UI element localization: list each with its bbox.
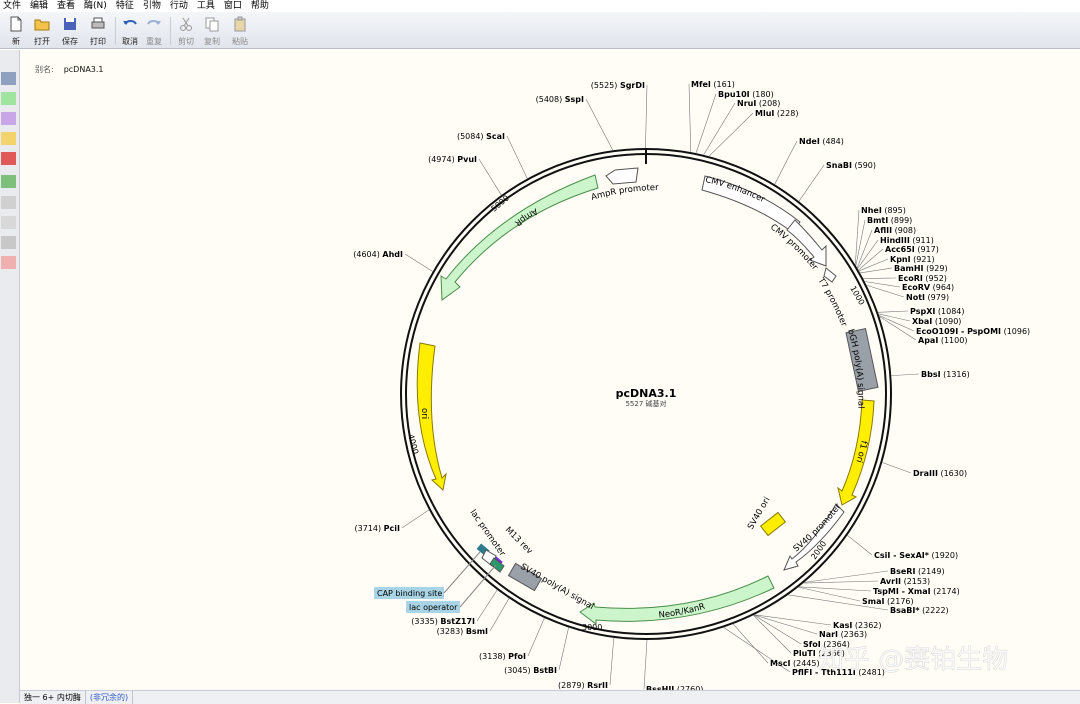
menu-actions[interactable]: 行动	[167, 0, 194, 12]
menu-tools[interactable]: 工具	[194, 0, 221, 12]
copy-label: 复制	[204, 37, 220, 46]
cut-label: 剪切	[178, 37, 194, 46]
folder-icon	[34, 19, 50, 31]
menu-file[interactable]: 文件	[0, 0, 27, 12]
menu-primers[interactable]: 引物	[140, 0, 167, 12]
status-nonredundant[interactable]: (非冗余的)	[86, 691, 134, 704]
left-tool-palette	[0, 50, 20, 703]
clipboard-icon	[234, 16, 246, 32]
new-document-icon	[10, 16, 22, 32]
new-button[interactable]: 新	[2, 16, 30, 47]
redo-label: 重复	[146, 37, 162, 46]
orientation-tool-icon[interactable]	[1, 132, 16, 145]
copy-icon	[205, 17, 219, 32]
menu-edit[interactable]: 编辑	[27, 0, 54, 12]
numbering-tool-icon[interactable]	[1, 216, 16, 229]
floppy-icon	[64, 18, 76, 30]
alias-value[interactable]: pcDNA3.1	[64, 65, 104, 74]
menu-help[interactable]: 帮助	[248, 0, 275, 12]
text-tool-icon[interactable]	[1, 196, 16, 209]
status-bar: 独一 6+ 内切酶 (非冗余的)	[20, 690, 1080, 704]
toolbar-separator	[170, 17, 171, 45]
alias-label: 别名:	[35, 65, 54, 74]
open-button[interactable]: 打开	[28, 16, 56, 47]
paste-button[interactable]: 粘贴	[226, 16, 254, 47]
map-canvas	[20, 50, 1080, 690]
paste-label: 粘贴	[232, 37, 248, 46]
redo-button[interactable]: 重复	[140, 16, 168, 47]
sequence-tool-icon[interactable]	[1, 256, 16, 269]
print-label: 打印	[90, 37, 106, 46]
select-tool-icon[interactable]	[1, 72, 16, 85]
pen-tool-icon[interactable]	[1, 175, 16, 188]
undo-icon	[123, 20, 137, 25]
feature-arrow-icon[interactable]	[1, 92, 16, 105]
menu-features[interactable]: 特征	[113, 0, 140, 12]
save-label: 保存	[62, 37, 78, 46]
alias-row: 别名: pcDNA3.1	[35, 64, 104, 75]
print-button[interactable]: 打印	[84, 16, 112, 47]
primer-tool-icon[interactable]	[1, 112, 16, 125]
ruler-tool-icon[interactable]	[1, 236, 16, 249]
printer-icon	[91, 17, 105, 29]
open-label: 打开	[34, 37, 50, 46]
status-enzyme-filter[interactable]: 独一 6+ 内切酶	[20, 691, 86, 704]
menu-window[interactable]: 窗口	[221, 0, 248, 12]
save-button[interactable]: 保存	[56, 16, 84, 47]
menu-bar: 文件 编辑 查看 酶(N) 特征 引物 行动 工具 窗口 帮助	[0, 0, 1080, 12]
menu-view[interactable]: 查看	[54, 0, 81, 12]
scissors-icon	[180, 17, 192, 31]
menu-enzymes[interactable]: 酶(N)	[81, 0, 113, 12]
cut-button[interactable]: 剪切	[172, 16, 200, 47]
copy-button[interactable]: 复制	[198, 16, 226, 47]
magnet-tool-icon[interactable]	[1, 152, 16, 165]
redo-icon	[147, 20, 161, 25]
new-label: 新	[12, 37, 20, 46]
toolbar: 新 打开 保存 打印 取消 重复 剪切 复制 粘贴	[0, 12, 1080, 49]
